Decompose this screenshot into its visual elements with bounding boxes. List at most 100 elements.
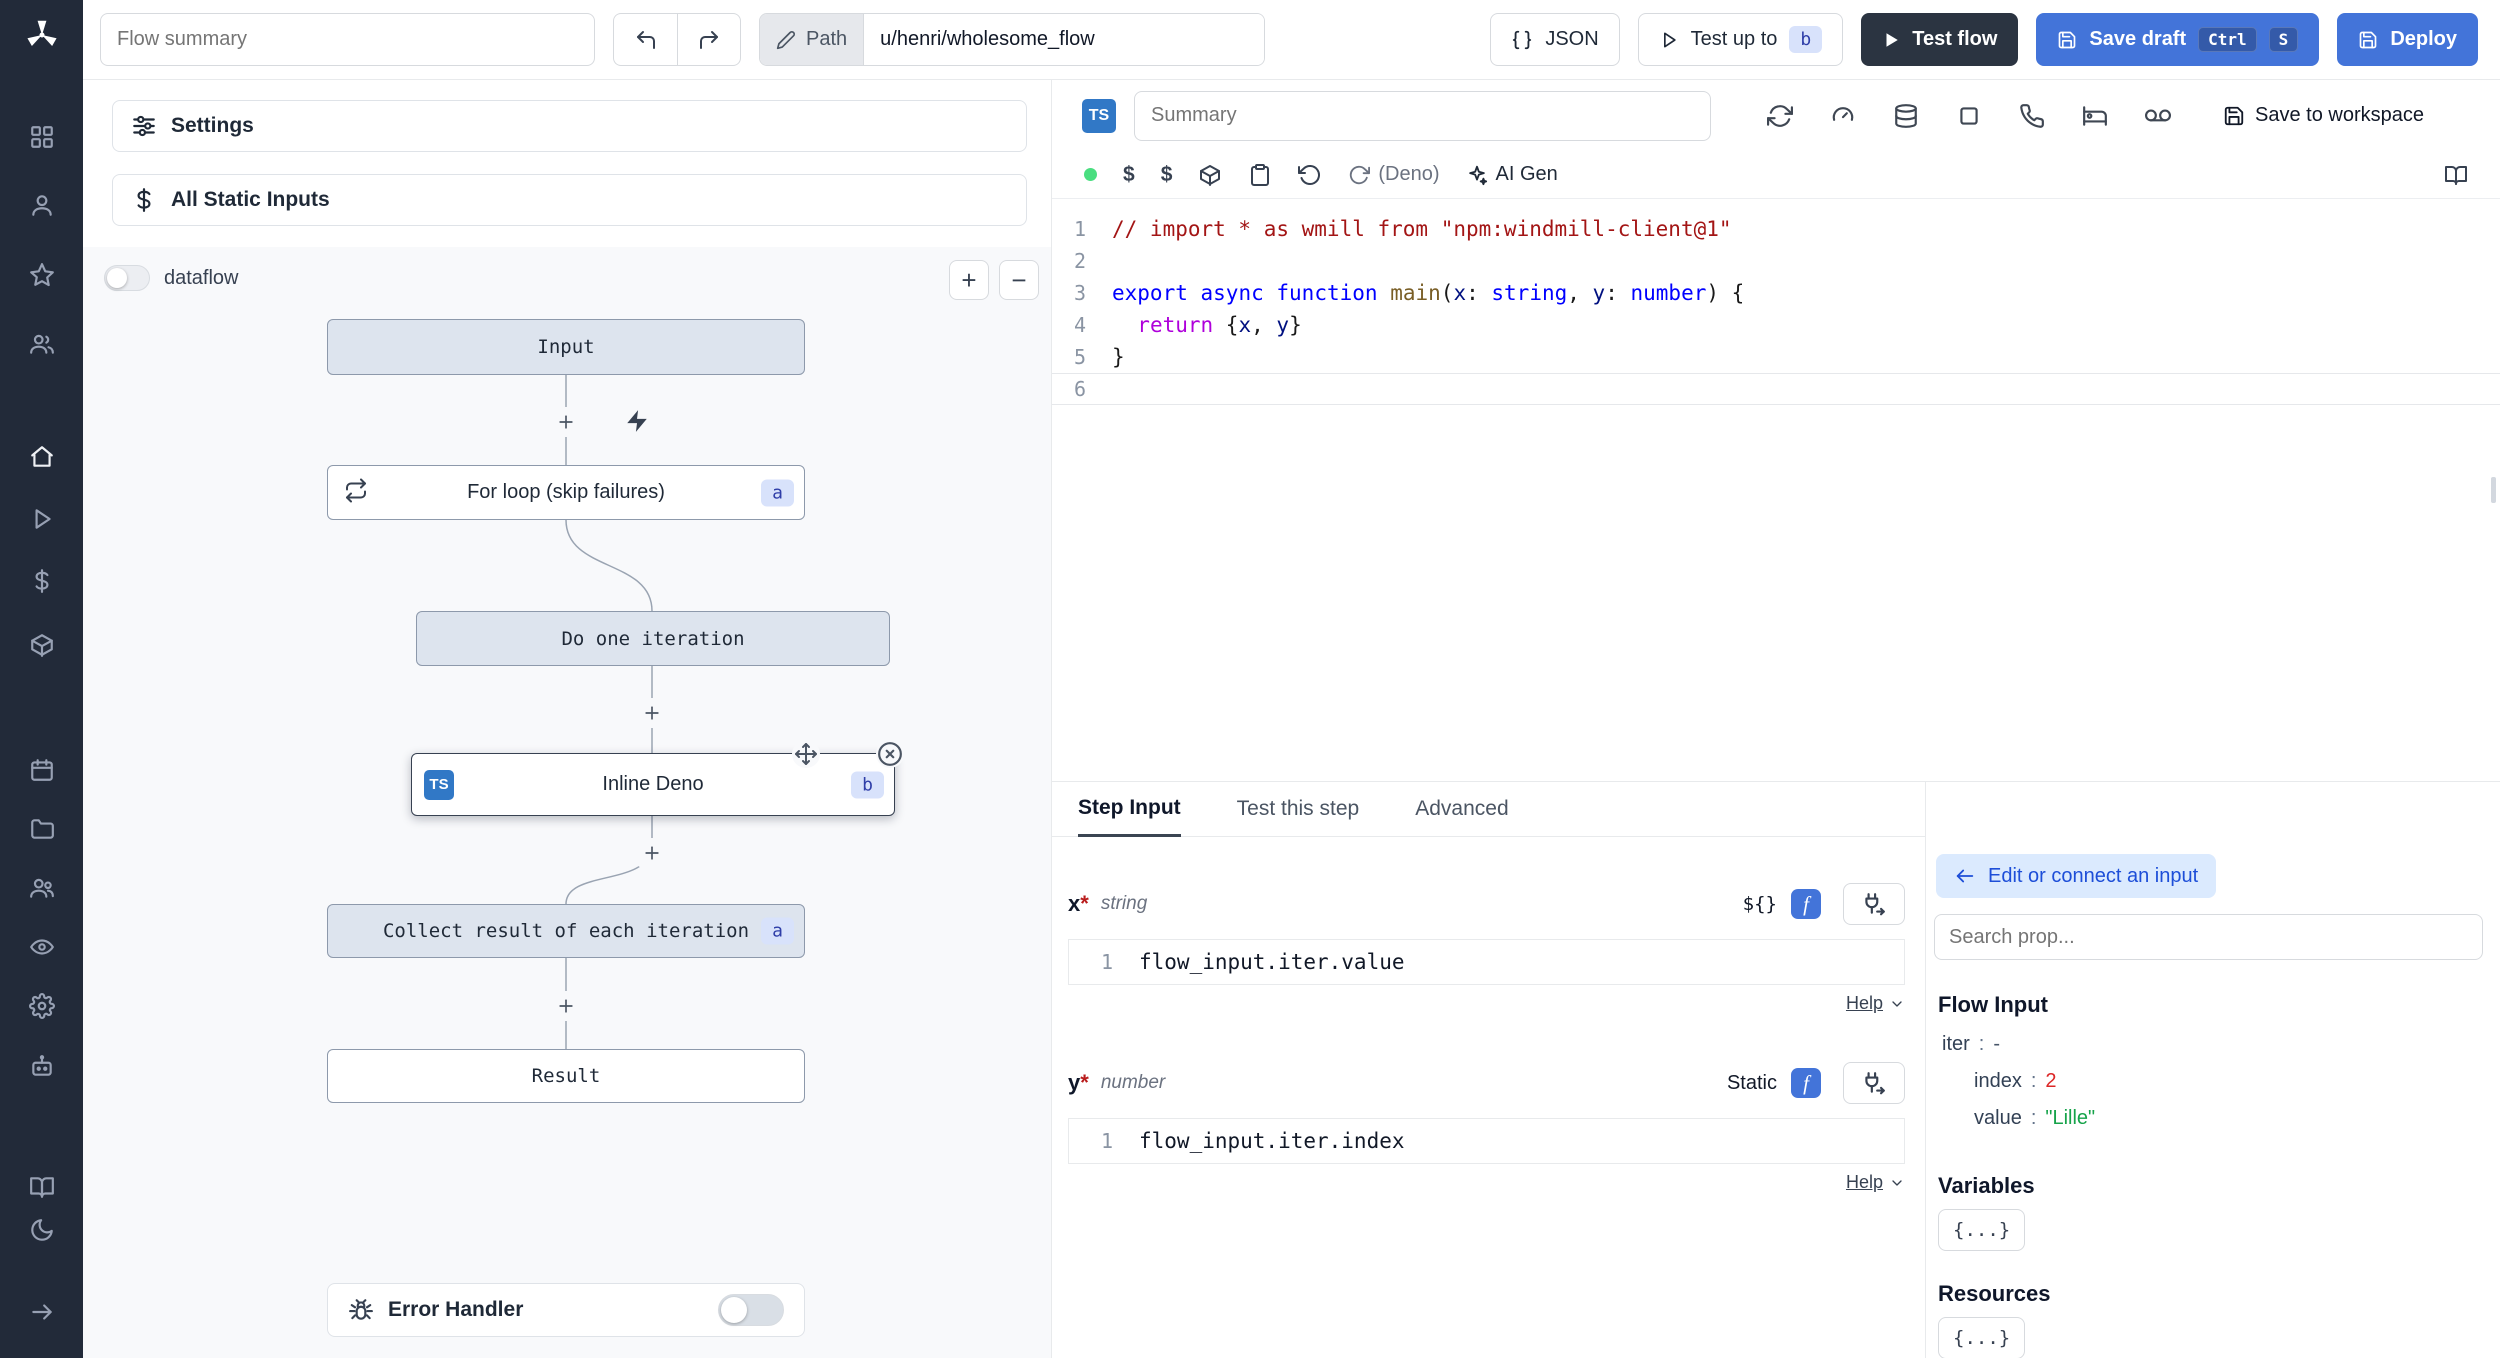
node-result[interactable]: Result bbox=[327, 1049, 805, 1103]
workers-icon[interactable] bbox=[0, 1053, 83, 1079]
save-to-workspace-button[interactable]: Save to workspace bbox=[2223, 104, 2424, 127]
test-flow-button[interactable]: Test flow bbox=[1861, 13, 2019, 66]
tree-row-iter[interactable]: iter: - bbox=[1942, 1026, 2500, 1063]
step-summary-input[interactable] bbox=[1134, 90, 1711, 141]
connect-input-button[interactable] bbox=[1843, 1062, 1905, 1104]
node-inline-deno[interactable]: TS Inline Deno b bbox=[411, 740, 904, 816]
folders-icon[interactable] bbox=[0, 816, 83, 842]
dataflow-label: dataflow bbox=[164, 266, 239, 289]
ai-gen-button[interactable]: AI Gen bbox=[1466, 163, 1558, 186]
resource-picker-icon[interactable]: $ bbox=[1161, 163, 1173, 187]
audit-logs-icon[interactable] bbox=[0, 934, 83, 960]
test-up-to-button[interactable]: Test up to b bbox=[1637, 13, 1844, 66]
undo-button[interactable] bbox=[613, 13, 677, 66]
theme-toggle-icon[interactable] bbox=[0, 1217, 83, 1243]
flow-summary-input[interactable] bbox=[100, 13, 595, 66]
tab-advanced[interactable]: Advanced bbox=[1415, 782, 1508, 836]
code-line[interactable]: 5} bbox=[1052, 341, 2500, 373]
sleep-icon[interactable] bbox=[2082, 103, 2108, 129]
node-input[interactable]: Input bbox=[327, 319, 805, 375]
save-draft-button[interactable]: Save draft Ctrl S bbox=[2036, 13, 2320, 66]
code-line[interactable]: 3 export async function main(x: string, y… bbox=[1052, 277, 2500, 309]
insert-step-button[interactable] bbox=[551, 991, 581, 1021]
groups-icon[interactable] bbox=[0, 331, 83, 357]
static-inputs-button[interactable]: All Static Inputs bbox=[112, 174, 1027, 226]
input-mode-label[interactable]: ${} bbox=[1743, 893, 1777, 915]
node-forloop[interactable]: For loop (skip failures) a bbox=[327, 465, 805, 520]
redo-button[interactable] bbox=[677, 13, 741, 66]
path-edit-button[interactable]: Path bbox=[760, 14, 865, 65]
settings-button[interactable]: Settings bbox=[112, 100, 1027, 152]
code-editor[interactable]: 1// import * as wmill from "npm:windmill… bbox=[1052, 199, 2500, 503]
pencil-icon bbox=[776, 30, 795, 49]
code-line[interactable]: 6 bbox=[1052, 373, 2500, 405]
error-handler-toggle[interactable] bbox=[718, 1294, 784, 1326]
mock-icon[interactable] bbox=[2145, 103, 2171, 129]
reset-icon[interactable] bbox=[1298, 163, 1322, 187]
field-y-expression[interactable]: 1 flow_input.iter.index bbox=[1068, 1118, 1905, 1164]
dataflow-toggle[interactable] bbox=[104, 265, 150, 291]
docs-icon[interactable] bbox=[0, 1174, 83, 1200]
user-icon[interactable] bbox=[0, 192, 83, 218]
collapse-sidebar-icon[interactable] bbox=[0, 1299, 83, 1325]
zoom-out-button[interactable]: − bbox=[999, 260, 1039, 300]
runtime-indicator: (Deno) bbox=[1348, 163, 1440, 186]
code-line[interactable]: 4 return {x, y} bbox=[1052, 309, 2500, 341]
code-line[interactable]: 1// import * as wmill from "npm:windmill… bbox=[1052, 213, 2500, 245]
variables-expand-button[interactable]: {...} bbox=[1938, 1209, 2026, 1251]
resources-expand-button[interactable]: {...} bbox=[1938, 1317, 2026, 1358]
input-mode-label[interactable]: Static bbox=[1727, 1072, 1777, 1095]
add-trigger-button[interactable] bbox=[624, 408, 650, 439]
node-do-one-iteration[interactable]: Do one iteration bbox=[416, 611, 890, 666]
json-button[interactable]: JSON bbox=[1490, 13, 1620, 66]
step-tabs: Step Input Test this step Advanced bbox=[1052, 782, 1925, 837]
field-x-expression[interactable]: 1 flow_input.iter.value bbox=[1068, 939, 1905, 985]
node-collect-result[interactable]: Collect result of each iteration a bbox=[327, 904, 805, 958]
tree-row-value[interactable]: value: "Lille" bbox=[1942, 1100, 2500, 1137]
path-input[interactable] bbox=[864, 14, 1265, 65]
path-control: Path bbox=[759, 13, 1266, 66]
suspend-icon[interactable] bbox=[2019, 103, 2045, 129]
editor-scrollbar[interactable] bbox=[2491, 477, 2496, 503]
runs-icon[interactable] bbox=[0, 506, 83, 532]
schedules-icon[interactable] bbox=[0, 757, 83, 783]
tab-step-input[interactable]: Step Input bbox=[1078, 782, 1181, 837]
chevron-down-icon[interactable] bbox=[1889, 1175, 1905, 1191]
apps-icon[interactable] bbox=[0, 124, 83, 150]
connect-input-button[interactable] bbox=[1843, 883, 1905, 925]
resources-icon[interactable] bbox=[0, 632, 83, 658]
clipboard-icon[interactable] bbox=[1248, 163, 1272, 187]
javascript-editor-toggle[interactable]: f bbox=[1791, 1068, 1821, 1098]
insert-step-button[interactable] bbox=[637, 838, 667, 868]
tree-row-index[interactable]: index:2 bbox=[1942, 1063, 2500, 1100]
favorites-icon[interactable] bbox=[0, 262, 83, 288]
zoom-in-button[interactable]: + bbox=[949, 260, 989, 300]
early-stop-icon[interactable] bbox=[1956, 103, 1982, 129]
insert-step-button[interactable] bbox=[637, 698, 667, 728]
help-link[interactable]: Help bbox=[1846, 1172, 1883, 1193]
field-y-header: y * number Static f bbox=[1068, 1062, 1905, 1104]
windmill-logo-icon[interactable] bbox=[0, 16, 83, 54]
tab-test-this-step[interactable]: Test this step bbox=[1237, 782, 1360, 836]
insert-step-button[interactable] bbox=[551, 407, 581, 437]
members-icon[interactable] bbox=[0, 875, 83, 901]
variable-picker-icon[interactable]: $ bbox=[1123, 163, 1135, 187]
retries-icon[interactable] bbox=[1767, 103, 1793, 129]
search-prop-input[interactable] bbox=[1934, 914, 2483, 960]
home-icon[interactable] bbox=[0, 444, 83, 470]
move-step-handle[interactable] bbox=[792, 740, 820, 768]
package-icon[interactable] bbox=[1198, 163, 1222, 187]
cache-icon[interactable] bbox=[1893, 103, 1919, 129]
node-label: Do one iteration bbox=[561, 627, 745, 650]
concurrency-icon[interactable] bbox=[1830, 103, 1856, 129]
settings-icon[interactable] bbox=[0, 993, 83, 1019]
field-type: string bbox=[1100, 893, 1148, 914]
variables-icon[interactable] bbox=[0, 568, 83, 594]
help-link[interactable]: Help bbox=[1846, 993, 1883, 1014]
code-line[interactable]: 2 bbox=[1052, 245, 2500, 277]
delete-step-button[interactable] bbox=[876, 740, 904, 768]
chevron-down-icon[interactable] bbox=[1889, 996, 1905, 1012]
script-library-icon[interactable] bbox=[2444, 163, 2468, 187]
javascript-editor-toggle[interactable]: f bbox=[1791, 889, 1821, 919]
deploy-button[interactable]: Deploy bbox=[2337, 13, 2478, 66]
